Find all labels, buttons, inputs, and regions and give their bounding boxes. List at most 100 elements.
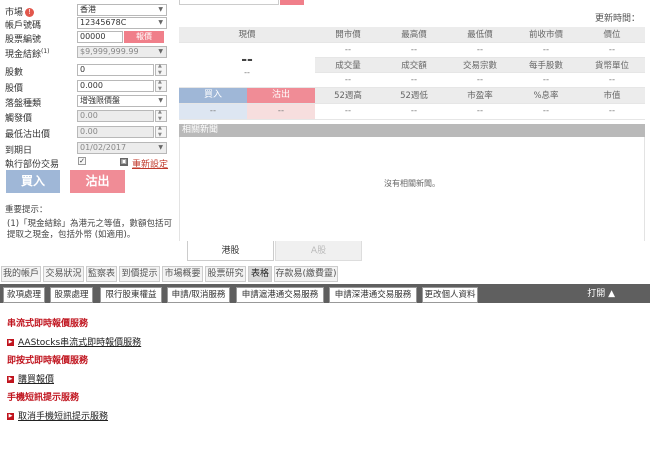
- cash-label: 現金結餘: [5, 50, 42, 60]
- expiry-row: 到期日 01/02/2017: [0, 142, 172, 156]
- link-cancel-sms[interactable]: ▶ 取消手機短訊提示服務: [7, 409, 108, 422]
- link-aastocks-streaming[interactable]: ▶ AAStocks串流式即時報價服務: [7, 335, 141, 348]
- nav-market-overview[interactable]: 市場概要: [162, 266, 203, 282]
- cell: --: [447, 42, 513, 58]
- subnav-shenzhen-connect[interactable]: 申請深港通交易服務: [329, 287, 417, 303]
- price-display: --: [241, 52, 253, 68]
- nav-deposit[interactable]: 存款易(繳費靈): [274, 266, 338, 282]
- stock-input[interactable]: 00000: [77, 31, 123, 43]
- sell-value: --: [247, 103, 315, 118]
- cell: --: [447, 103, 513, 120]
- reset-link[interactable]: 重新設定: [132, 157, 168, 170]
- cell: --: [579, 42, 645, 58]
- order-type-select[interactable]: 增強限價盤: [77, 95, 167, 107]
- cash-value: $9,999,999.99: [77, 46, 167, 58]
- quote-buy-label[interactable]: 買入: [179, 87, 247, 102]
- link-buy-quote[interactable]: ▶ 購買報價: [7, 372, 54, 385]
- cell: --: [381, 42, 447, 58]
- col-header: 價位: [579, 27, 645, 43]
- nav-stock-research[interactable]: 股票研究: [205, 266, 246, 282]
- subnav-shareholder-rights[interactable]: 限行股東權益: [100, 287, 162, 303]
- top-search-box[interactable]: [179, 0, 279, 5]
- sub-header: 交易宗數: [447, 57, 513, 73]
- qty-row: 股數 0: [0, 63, 172, 78]
- col-header: 最高價: [381, 27, 447, 43]
- expiry-label: 到期日: [5, 146, 33, 156]
- sub-header: 52週高: [315, 87, 381, 104]
- quote-header-row: 現價 開市價 最高價 最低價 前收市價 價位: [179, 27, 645, 43]
- nav-trade-status[interactable]: 交易狀況: [43, 266, 84, 282]
- bullet-icon: ▶: [7, 339, 14, 346]
- lowest-sell-label: 最低沽出價: [5, 130, 51, 140]
- nav-watchlist[interactable]: 監察表: [86, 266, 117, 282]
- expiry-select[interactable]: 01/02/2017: [77, 142, 167, 154]
- nav-my-account[interactable]: 我的帳戶: [1, 266, 41, 282]
- price-stepper[interactable]: [155, 79, 167, 92]
- quote-button[interactable]: 報價: [124, 31, 164, 43]
- quote-sell-label[interactable]: 沽出: [247, 87, 315, 102]
- sell-button[interactable]: 沽出: [70, 170, 125, 193]
- info-icon[interactable]: !: [25, 8, 35, 17]
- buy-value: --: [179, 103, 247, 118]
- cell: --: [447, 72, 513, 88]
- trading-page: 市場! 香港 帳戶號碼 12345678C 股票編號 00000 報價 現金結餘…: [0, 0, 650, 462]
- trash-icon[interactable]: ▣: [120, 158, 128, 166]
- market-row: 市場! 香港: [0, 4, 172, 18]
- col-header: 現價: [179, 27, 315, 43]
- qty-input[interactable]: 0: [77, 64, 154, 76]
- cash-row: 現金結餘(1) $9,999,999.99: [0, 46, 172, 60]
- news-header: 相關新聞: [179, 124, 645, 137]
- qty-stepper[interactable]: [155, 63, 167, 76]
- subnav-fund-handling[interactable]: 款項處理: [3, 287, 45, 303]
- bullet-icon: ▶: [7, 376, 14, 383]
- cash-sup: (1): [41, 48, 50, 55]
- account-select[interactable]: 12345678C: [77, 17, 167, 29]
- sub-header: 貨幣單位: [579, 57, 645, 73]
- price-change: --: [244, 68, 250, 77]
- market-select[interactable]: 香港: [77, 4, 167, 16]
- trigger-label: 觸發價: [5, 114, 33, 124]
- quote-table: 現價 開市價 最高價 最低價 前收市價 價位 -- -- -- -- -- --…: [179, 27, 645, 120]
- bullet-icon: ▶: [7, 413, 14, 420]
- trigger-input[interactable]: 0.00: [77, 110, 154, 122]
- cell: --: [315, 42, 381, 58]
- lowest-sell-stepper[interactable]: [155, 125, 167, 138]
- cell: --: [579, 103, 645, 120]
- col-header: 最低價: [447, 27, 513, 43]
- note-1: (1)「現金結餘」為港元之等值，數額包括可提取之現金，包括外幣 (如適用)。: [7, 219, 173, 240]
- quote-panel: 更新時間： 現價 開市價 最高價 最低價 前收市價 價位 -- -- -- --: [179, 0, 650, 262]
- no-news-text: 沒有相關新聞。: [384, 179, 440, 188]
- subnav-apply-cancel-service[interactable]: 申請/取消服務: [167, 287, 230, 303]
- tab-a-shares[interactable]: A股: [275, 241, 362, 261]
- important-notes: 重要提示： (1)「現金結餘」為港元之等值，數額包括可提取之現金，包括外幣 (如…: [5, 205, 173, 241]
- cell: --: [315, 72, 381, 88]
- partial-row: 執行部份交易 ✓ ▣ 重新設定: [0, 156, 172, 170]
- cell: --: [513, 72, 579, 88]
- buy-button[interactable]: 買入: [6, 170, 60, 193]
- lowest-sell-row: 最低沽出價 0.00: [0, 125, 172, 140]
- partial-checkbox[interactable]: ✓: [78, 157, 86, 165]
- price-input[interactable]: 0.000: [77, 80, 154, 92]
- sub-header: 市值: [579, 87, 645, 104]
- nav-forms[interactable]: 表格: [248, 266, 272, 282]
- cell: --: [513, 42, 579, 58]
- news-area: [179, 137, 645, 241]
- update-time: 更新時間：: [594, 14, 640, 24]
- quote-subheader-row: 買入 沽出 52週高 52週低 市盈率 %息率 市值: [179, 87, 645, 104]
- print-toggle[interactable]: 打開 ▲: [587, 287, 615, 301]
- trigger-stepper[interactable]: [155, 109, 167, 122]
- stock-label: 股票編號: [5, 35, 42, 45]
- subnav-stock-handling[interactable]: 股票處理: [50, 287, 93, 303]
- sub-header: 成交額: [381, 57, 447, 73]
- account-label: 帳戶號碼: [5, 21, 42, 31]
- lowest-sell-input[interactable]: 0.00: [77, 126, 154, 138]
- top-search-button[interactable]: [280, 0, 304, 5]
- subnav-update-profile[interactable]: 更改個人資料: [422, 287, 478, 303]
- trigger-row: 觸發價 0.00: [0, 109, 172, 124]
- sub-header: 52週低: [381, 87, 447, 104]
- sub-header: 每手股數: [513, 57, 579, 73]
- sub-header: 市盈率: [447, 87, 513, 104]
- nav-price-alert[interactable]: 到價提示: [119, 266, 160, 282]
- tab-hk-stocks[interactable]: 港股: [187, 241, 274, 261]
- subnav-shanghai-connect[interactable]: 申請滬港通交易服務: [236, 287, 324, 303]
